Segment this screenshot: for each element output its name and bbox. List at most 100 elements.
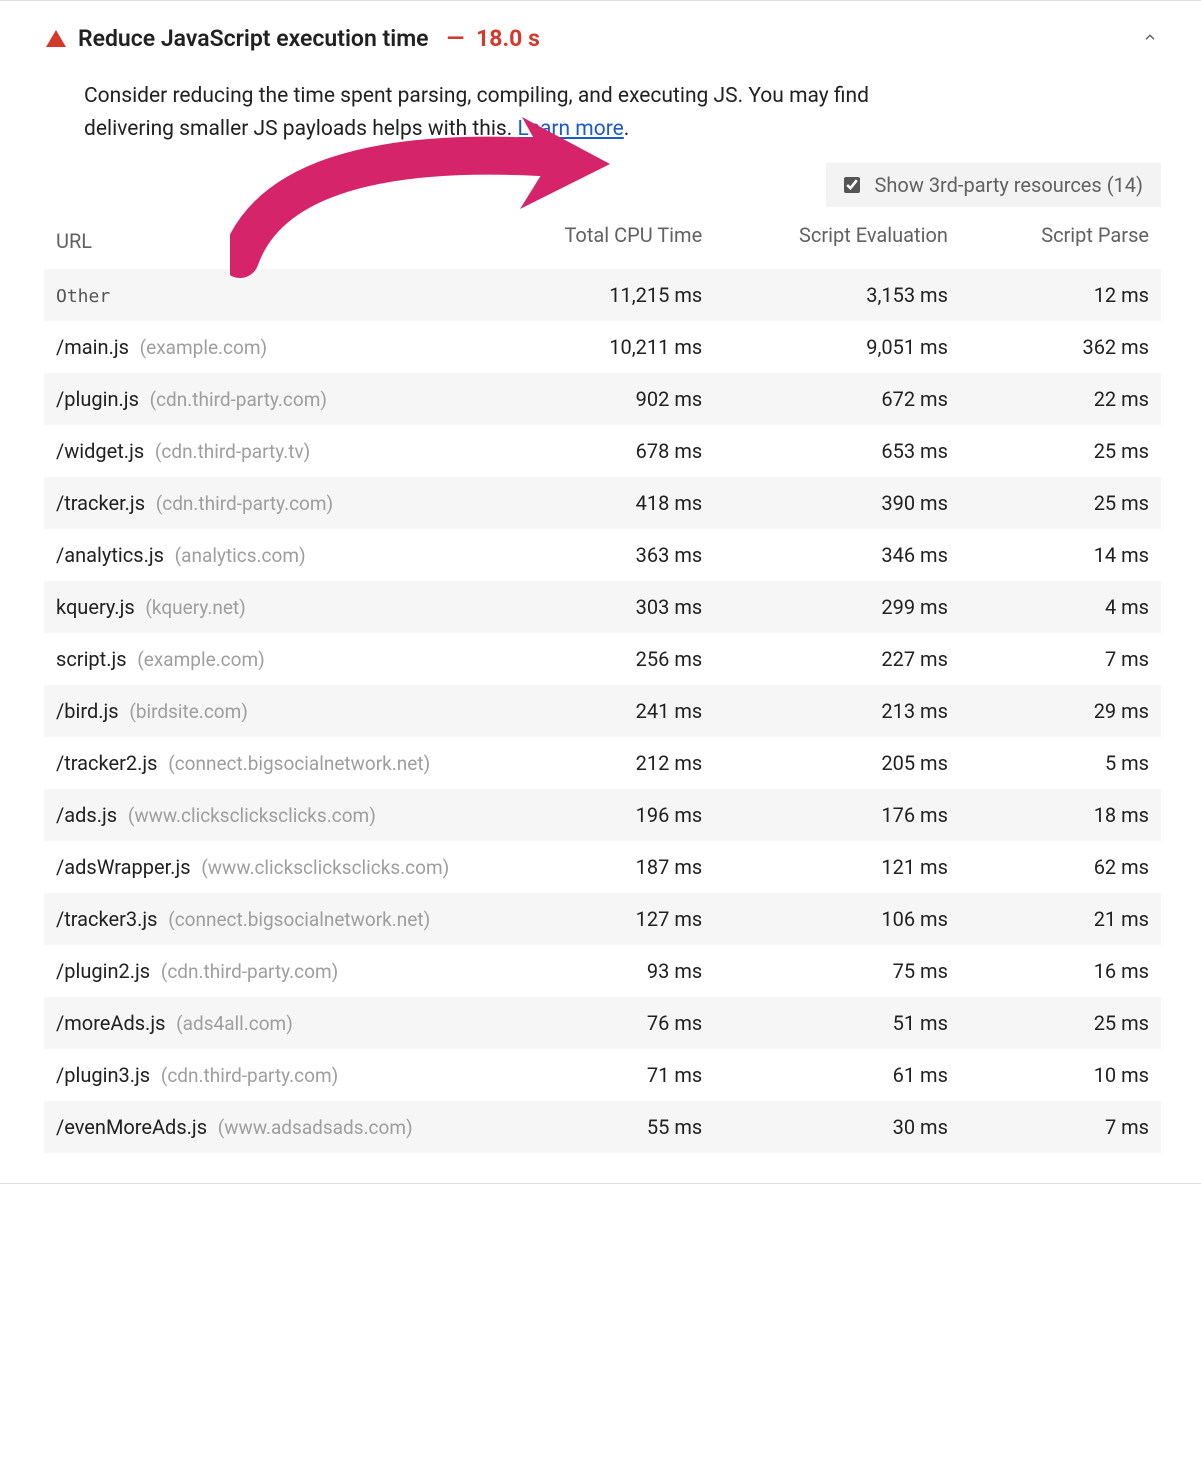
cell-url: /main.js (example.com) bbox=[44, 321, 524, 373]
audit-header[interactable]: Reduce JavaScript execution time — 18.0 … bbox=[44, 21, 1161, 62]
cell-cpu: 212 ms bbox=[524, 737, 714, 789]
cell-eval: 9,051 ms bbox=[714, 321, 960, 373]
script-host: (www.clicksclicksclicks.com) bbox=[197, 856, 450, 879]
cell-cpu: 241 ms bbox=[524, 685, 714, 737]
cell-parse: 7 ms bbox=[960, 1101, 1161, 1153]
cell-eval: 227 ms bbox=[714, 633, 960, 685]
script-host: (analytics.com) bbox=[170, 544, 306, 567]
learn-more-link[interactable]: Learn more bbox=[518, 117, 624, 141]
col-eval: Script Evaluation bbox=[714, 213, 960, 269]
cell-url: /plugin2.js (cdn.third-party.com) bbox=[44, 945, 524, 997]
desc-post: . bbox=[624, 117, 630, 141]
cell-url: kquery.js (kquery.net) bbox=[44, 581, 524, 633]
script-host: (cdn.third-party.com) bbox=[145, 388, 327, 411]
script-path: /tracker2.js bbox=[56, 751, 157, 775]
cell-eval: 75 ms bbox=[714, 945, 960, 997]
third-party-checkbox[interactable] bbox=[844, 177, 860, 193]
cell-eval: 30 ms bbox=[714, 1101, 960, 1153]
table-row: /evenMoreAds.js (www.adsadsads.com)55 ms… bbox=[44, 1101, 1161, 1153]
cell-parse: 10 ms bbox=[960, 1049, 1161, 1101]
cell-url: Other bbox=[44, 269, 524, 321]
audit-title: Reduce JavaScript execution time bbox=[78, 25, 429, 52]
cell-eval: 213 ms bbox=[714, 685, 960, 737]
table-row: /plugin3.js (cdn.third-party.com)71 ms61… bbox=[44, 1049, 1161, 1101]
cell-url: /tracker2.js (connect.bigsocialnetwork.n… bbox=[44, 737, 524, 789]
third-party-label: Show 3rd-party resources (14) bbox=[875, 173, 1143, 197]
script-host: (birdsite.com) bbox=[125, 700, 248, 723]
cell-parse: 7 ms bbox=[960, 633, 1161, 685]
table-row: /main.js (example.com)10,211 ms9,051 ms3… bbox=[44, 321, 1161, 373]
script-host: (connect.bigsocialnetwork.net) bbox=[163, 752, 430, 775]
cell-url: /evenMoreAds.js (www.adsadsads.com) bbox=[44, 1101, 524, 1153]
script-path: /plugin.js bbox=[56, 387, 139, 411]
cell-url: /plugin3.js (cdn.third-party.com) bbox=[44, 1049, 524, 1101]
cell-eval: 390 ms bbox=[714, 477, 960, 529]
table-row: /ads.js (www.clicksclicksclicks.com)196 … bbox=[44, 789, 1161, 841]
cell-cpu: 902 ms bbox=[524, 373, 714, 425]
cell-parse: 4 ms bbox=[960, 581, 1161, 633]
script-path: kquery.js bbox=[56, 595, 135, 619]
cell-cpu: 10,211 ms bbox=[524, 321, 714, 373]
cell-cpu: 678 ms bbox=[524, 425, 714, 477]
cell-url: /tracker.js (cdn.third-party.com) bbox=[44, 477, 524, 529]
cell-parse: 5 ms bbox=[960, 737, 1161, 789]
table-row: /plugin.js (cdn.third-party.com)902 ms67… bbox=[44, 373, 1161, 425]
cell-cpu: 11,215 ms bbox=[524, 269, 714, 321]
script-path: Other bbox=[56, 286, 110, 307]
cell-cpu: 363 ms bbox=[524, 529, 714, 581]
cell-eval: 672 ms bbox=[714, 373, 960, 425]
script-path: /evenMoreAds.js bbox=[56, 1115, 207, 1139]
cell-cpu: 93 ms bbox=[524, 945, 714, 997]
col-cpu: Total CPU Time bbox=[524, 213, 714, 269]
table-row: /adsWrapper.js (www.clicksclicksclicks.c… bbox=[44, 841, 1161, 893]
cell-cpu: 418 ms bbox=[524, 477, 714, 529]
cell-cpu: 196 ms bbox=[524, 789, 714, 841]
cell-eval: 176 ms bbox=[714, 789, 960, 841]
cell-url: /tracker3.js (connect.bigsocialnetwork.n… bbox=[44, 893, 524, 945]
table-row: /tracker.js (cdn.third-party.com)418 ms3… bbox=[44, 477, 1161, 529]
cell-cpu: 303 ms bbox=[524, 581, 714, 633]
audit-description: Consider reducing the time spent parsing… bbox=[84, 80, 964, 145]
script-path: /main.js bbox=[56, 335, 129, 359]
table-row: kquery.js (kquery.net)303 ms299 ms4 ms bbox=[44, 581, 1161, 633]
cell-eval: 653 ms bbox=[714, 425, 960, 477]
desc-text: Consider reducing the time spent parsing… bbox=[84, 84, 869, 141]
cell-eval: 106 ms bbox=[714, 893, 960, 945]
cell-url: /analytics.js (analytics.com) bbox=[44, 529, 524, 581]
cell-url: /plugin.js (cdn.third-party.com) bbox=[44, 373, 524, 425]
cell-url: /moreAds.js (ads4all.com) bbox=[44, 997, 524, 1049]
cell-parse: 21 ms bbox=[960, 893, 1161, 945]
cell-parse: 25 ms bbox=[960, 477, 1161, 529]
cell-url: /adsWrapper.js (www.clicksclicksclicks.c… bbox=[44, 841, 524, 893]
audit-timing: 18.0 s bbox=[476, 25, 540, 52]
cell-parse: 25 ms bbox=[960, 997, 1161, 1049]
cell-cpu: 187 ms bbox=[524, 841, 714, 893]
third-party-toggle-row: Show 3rd-party resources (14) bbox=[44, 163, 1161, 207]
script-host: (cdn.third-party.com) bbox=[156, 960, 338, 983]
table-row: /widget.js (cdn.third-party.tv)678 ms653… bbox=[44, 425, 1161, 477]
cell-parse: 362 ms bbox=[960, 321, 1161, 373]
cell-parse: 22 ms bbox=[960, 373, 1161, 425]
cell-url: /ads.js (www.clicksclicksclicks.com) bbox=[44, 789, 524, 841]
script-path: /plugin2.js bbox=[56, 959, 150, 983]
cell-cpu: 76 ms bbox=[524, 997, 714, 1049]
script-host: (example.com) bbox=[133, 648, 265, 671]
table-row: /plugin2.js (cdn.third-party.com)93 ms75… bbox=[44, 945, 1161, 997]
cell-cpu: 256 ms bbox=[524, 633, 714, 685]
script-path: /analytics.js bbox=[56, 543, 164, 567]
table-header-row: URL Total CPU Time Script Evaluation Scr… bbox=[44, 213, 1161, 269]
script-host: (www.clicksclicksclicks.com) bbox=[123, 804, 376, 827]
script-host: (example.com) bbox=[135, 336, 267, 359]
third-party-toggle[interactable]: Show 3rd-party resources (14) bbox=[826, 163, 1161, 207]
cell-parse: 18 ms bbox=[960, 789, 1161, 841]
script-path: /plugin3.js bbox=[56, 1063, 150, 1087]
col-url: URL bbox=[44, 213, 524, 269]
table-row: Other11,215 ms3,153 ms12 ms bbox=[44, 269, 1161, 321]
collapse-toggle[interactable] bbox=[1139, 25, 1161, 52]
cell-eval: 205 ms bbox=[714, 737, 960, 789]
script-path: /tracker3.js bbox=[56, 907, 157, 931]
script-path: /bird.js bbox=[56, 699, 119, 723]
table-row: /moreAds.js (ads4all.com)76 ms51 ms25 ms bbox=[44, 997, 1161, 1049]
cell-cpu: 71 ms bbox=[524, 1049, 714, 1101]
cell-parse: 16 ms bbox=[960, 945, 1161, 997]
